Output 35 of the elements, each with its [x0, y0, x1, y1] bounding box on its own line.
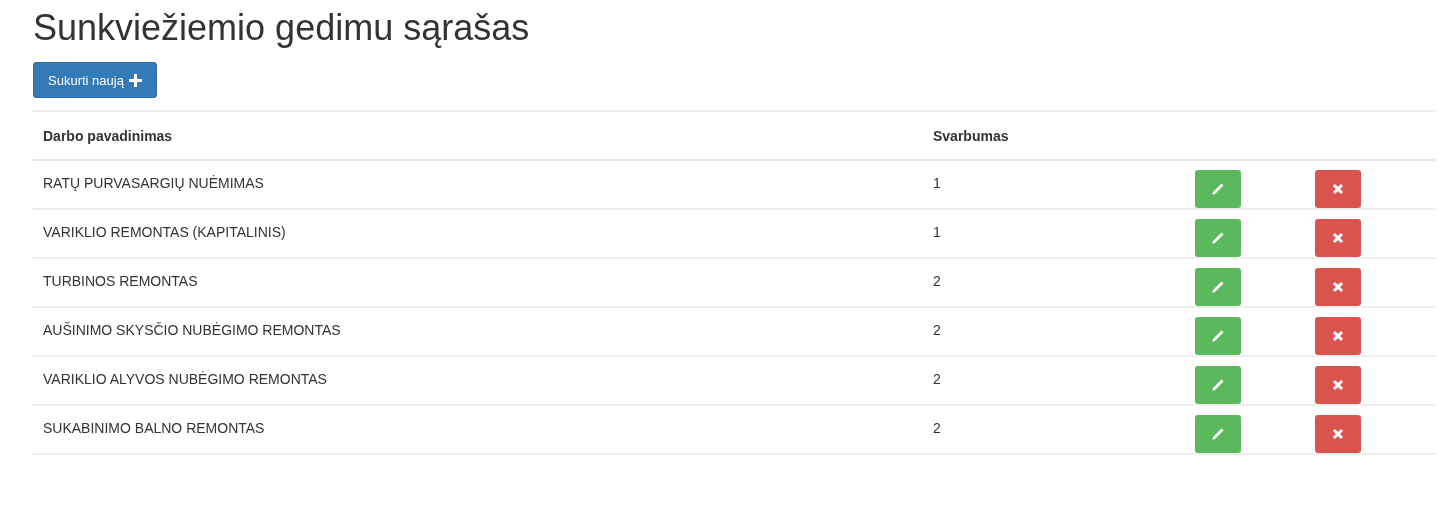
- column-header: Darbo pavadinimas: [43, 128, 173, 144]
- pencil-icon: [1211, 182, 1225, 196]
- delete-button[interactable]: [1315, 170, 1361, 208]
- close-icon: [1332, 428, 1344, 440]
- delete-button[interactable]: [1315, 268, 1361, 306]
- delete-button[interactable]: [1315, 415, 1361, 453]
- table-cell: 2: [933, 420, 941, 436]
- table-cell: 1: [933, 175, 941, 191]
- table-cell: 2: [933, 371, 941, 387]
- plus-icon: [128, 73, 142, 87]
- pencil-icon: [1211, 280, 1225, 294]
- close-icon: [1332, 232, 1344, 244]
- column-header: Svarbumas: [933, 128, 1009, 144]
- close-icon: [1332, 281, 1344, 293]
- pencil-icon: [1211, 329, 1225, 343]
- close-icon: [1332, 379, 1344, 391]
- table-cell: RATŲ PURVASARGIŲ NUĖMIMAS: [43, 175, 264, 191]
- table-cell: TURBINOS REMONTAS: [43, 273, 198, 289]
- close-icon: [1332, 330, 1344, 342]
- delete-button[interactable]: [1315, 366, 1361, 404]
- table-cell: AUŠINIMO SKYSČIO NUBĖGIMO REMONTAS: [43, 322, 341, 338]
- pencil-icon: [1211, 427, 1225, 441]
- table-cell: 1: [933, 224, 941, 240]
- table-cell: 2: [933, 273, 941, 289]
- delete-button[interactable]: [1315, 219, 1361, 257]
- table-cell: VARIKLIO REMONTAS (KAPITALINIS): [43, 224, 286, 240]
- table-cell: VARIKLIO ALYVOS NUBĖGIMO REMONTAS: [43, 371, 327, 387]
- page-title: Sunkviežiemio gedimu sąrašas: [33, 6, 531, 50]
- table-cell: SUKABINIMO BALNO REMONTAS: [43, 420, 265, 436]
- close-icon: [1332, 183, 1344, 195]
- create-button[interactable]: Sukurti naują: [33, 62, 157, 98]
- pencil-icon: [1211, 378, 1225, 392]
- table-cell: 2: [933, 322, 941, 338]
- delete-button[interactable]: [1315, 317, 1361, 355]
- pencil-icon: [1211, 231, 1225, 245]
